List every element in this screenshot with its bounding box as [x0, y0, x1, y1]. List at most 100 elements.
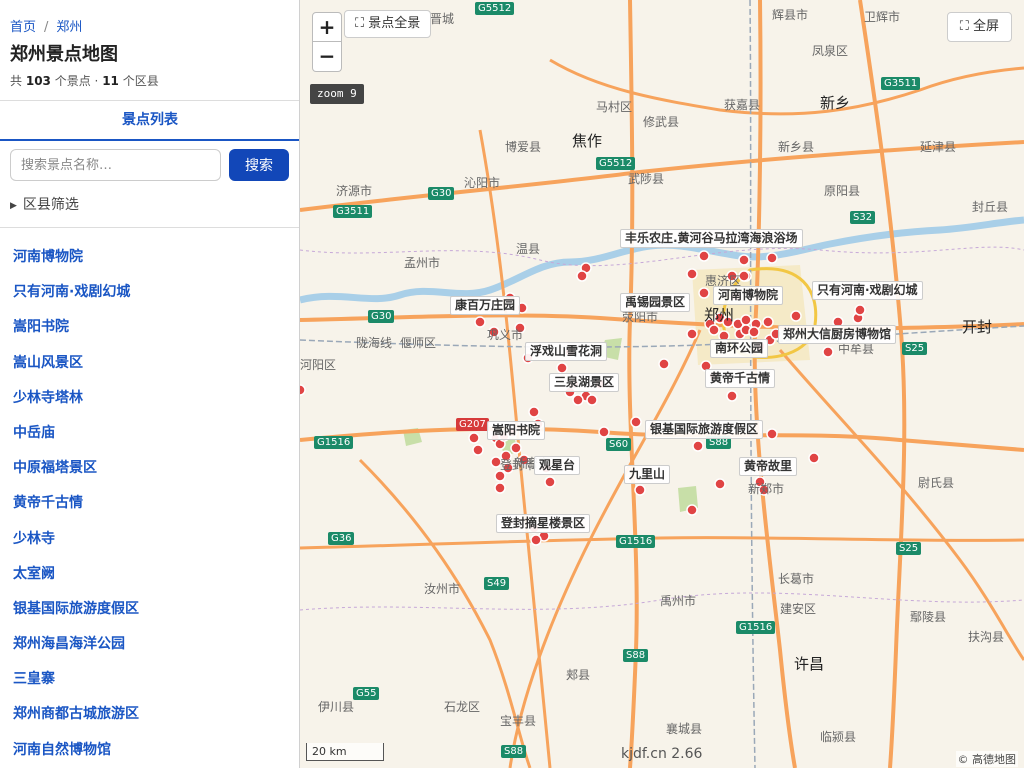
poi-marker[interactable] [510, 442, 522, 454]
poi-marker[interactable] [300, 384, 306, 396]
search-input[interactable] [10, 149, 221, 181]
poi-marker[interactable] [766, 252, 778, 264]
road-shield: S88 [623, 649, 649, 662]
poi-marker[interactable] [748, 326, 760, 338]
poi-marker[interactable] [692, 440, 704, 452]
map-poi-label[interactable]: 黄帝千古情 [705, 369, 776, 388]
poi-marker[interactable] [544, 476, 556, 488]
poi-marker[interactable] [474, 316, 486, 328]
poi-marker[interactable] [686, 268, 698, 280]
road-shield: S32 [850, 211, 876, 224]
road-shield: G207 [456, 418, 489, 431]
map-poi-label[interactable]: 南环公园 [710, 339, 769, 358]
poi-marker[interactable] [630, 416, 642, 428]
poi-marker[interactable] [658, 358, 670, 370]
breadcrumb-current-link[interactable]: 郑州 [56, 20, 82, 35]
map-poi-label[interactable]: 银基国际旅游度假区 [645, 420, 764, 439]
city-label: 焦作 [572, 132, 603, 150]
list-item[interactable]: 黄帝千古情 [0, 486, 299, 521]
poi-marker[interactable] [714, 478, 726, 490]
poi-marker[interactable] [468, 432, 480, 444]
poi-marker[interactable] [528, 406, 540, 418]
overview-label: 景点全景 [368, 16, 421, 31]
poi-marker[interactable] [808, 452, 820, 464]
breadcrumb-separator: / [44, 20, 49, 35]
page-title: 郑州景点地图 [10, 44, 118, 65]
map-poi-label[interactable]: 黄帝故里 [739, 457, 798, 476]
poi-marker[interactable] [854, 304, 866, 316]
poi-marker[interactable] [698, 287, 710, 299]
list-item[interactable]: 只有河南·戏剧幻城 [0, 275, 299, 310]
road-shield: G1516 [314, 436, 354, 449]
poi-marker[interactable] [598, 426, 610, 438]
poi-marker[interactable] [698, 250, 710, 262]
triangle-right-icon: ▶ [10, 201, 17, 211]
sidebar: 首页 / 郑州 郑州景点地图 共 103 个景点 · 11 个区县 景点列表 搜索 … [0, 0, 300, 768]
map-poi-label[interactable]: 康百万庄园 [450, 296, 521, 315]
town-label: 晋城 [430, 12, 455, 26]
map-view[interactable]: 晋城 辉县市 卫辉市 凤泉区 马村区 获嘉县 修武县 博爱县 新乡县 延津县 武… [300, 0, 1024, 768]
search-button[interactable]: 搜索 [229, 149, 289, 181]
poi-marker[interactable] [576, 270, 588, 282]
list-item[interactable]: 嵩阳书院 [0, 310, 299, 345]
poi-marker[interactable] [726, 390, 738, 402]
map-poi-label[interactable]: 三泉湖景区 [549, 373, 620, 392]
district-filter-toggle[interactable]: ▶ 区县筛选 [10, 194, 79, 214]
list-item[interactable]: 中原福塔景区 [0, 451, 299, 486]
poi-marker[interactable] [686, 504, 698, 516]
list-item[interactable]: 银基国际旅游度假区 [0, 592, 299, 627]
zoom-out-button[interactable]: − [312, 42, 342, 72]
poi-marker[interactable] [738, 254, 750, 266]
town-label: 延津县 [920, 140, 957, 154]
town-label: 获嘉县 [724, 98, 761, 112]
list-item[interactable]: 嵩山风景区 [0, 346, 299, 381]
fullscreen-icon: ⛶ [959, 19, 969, 34]
fullscreen-button[interactable]: ⛶ 全屏 [946, 12, 1012, 42]
district-count: 11 [102, 74, 119, 88]
map-attribution[interactable]: © 高德地图 [955, 751, 1018, 767]
poi-marker[interactable] [686, 328, 698, 340]
list-item[interactable]: 少林寺 [0, 522, 299, 557]
poi-marker[interactable] [494, 482, 506, 494]
list-item[interactable]: 三皇寨 [0, 662, 299, 697]
map-poi-label[interactable]: 登封摘星楼景区 [496, 514, 591, 533]
list-item[interactable]: 河南自然博物馆 [0, 733, 299, 768]
list-item[interactable]: 郑州商都古城旅游区 [0, 697, 299, 732]
map-poi-label[interactable]: 禹锡园景区 [620, 293, 691, 312]
map-poi-label[interactable]: 嵩阳书院 [487, 421, 546, 440]
poi-marker[interactable] [740, 314, 752, 326]
poi-marker[interactable] [556, 362, 568, 374]
map-poi-label[interactable]: 只有河南·戏剧幻城 [812, 281, 923, 300]
breadcrumb-home-link[interactable]: 首页 [10, 20, 36, 35]
road-shield: S88 [501, 745, 527, 758]
town-label: 鄢陵县 [910, 610, 947, 624]
city-label: 郑州 [704, 306, 735, 324]
town-label: 郏县 [566, 668, 591, 682]
list-item[interactable]: 少林寺塔林 [0, 381, 299, 416]
map-poi-label[interactable]: 河南博物院 [713, 286, 784, 305]
poi-marker[interactable] [572, 394, 584, 406]
expressway [508, 329, 702, 768]
overview-button[interactable]: ⛶ 景点全景 [344, 10, 432, 38]
map-poi-label[interactable]: 浮戏山雪花洞 [525, 342, 608, 361]
poi-marker[interactable] [766, 428, 778, 440]
poi-marker[interactable] [530, 534, 542, 546]
list-item[interactable]: 河南博物院 [0, 240, 299, 275]
poi-marker[interactable] [634, 484, 646, 496]
poi-marker[interactable] [762, 316, 774, 328]
map-poi-label[interactable]: 观星台 [534, 456, 581, 475]
map-poi-label[interactable]: 九里山 [624, 465, 671, 484]
poi-marker[interactable] [708, 324, 720, 336]
tab-poi-list[interactable]: 景点列表 [0, 101, 299, 140]
poi-marker[interactable] [822, 346, 834, 358]
poi-marker[interactable] [586, 394, 598, 406]
zoom-in-button[interactable]: + [312, 12, 342, 42]
map-poi-label[interactable]: 丰乐农庄.黄河谷马拉湾海浪浴场 [620, 229, 803, 248]
list-item[interactable]: 中岳庙 [0, 416, 299, 451]
town-label: 汝州市 [424, 582, 461, 596]
list-item[interactable]: 郑州海昌海洋公园 [0, 627, 299, 662]
list-item[interactable]: 太室阙 [0, 557, 299, 592]
poi-marker[interactable] [472, 444, 484, 456]
poi-marker[interactable] [790, 310, 802, 322]
map-poi-label[interactable]: 郑州大信厨房博物馆 [778, 325, 897, 344]
